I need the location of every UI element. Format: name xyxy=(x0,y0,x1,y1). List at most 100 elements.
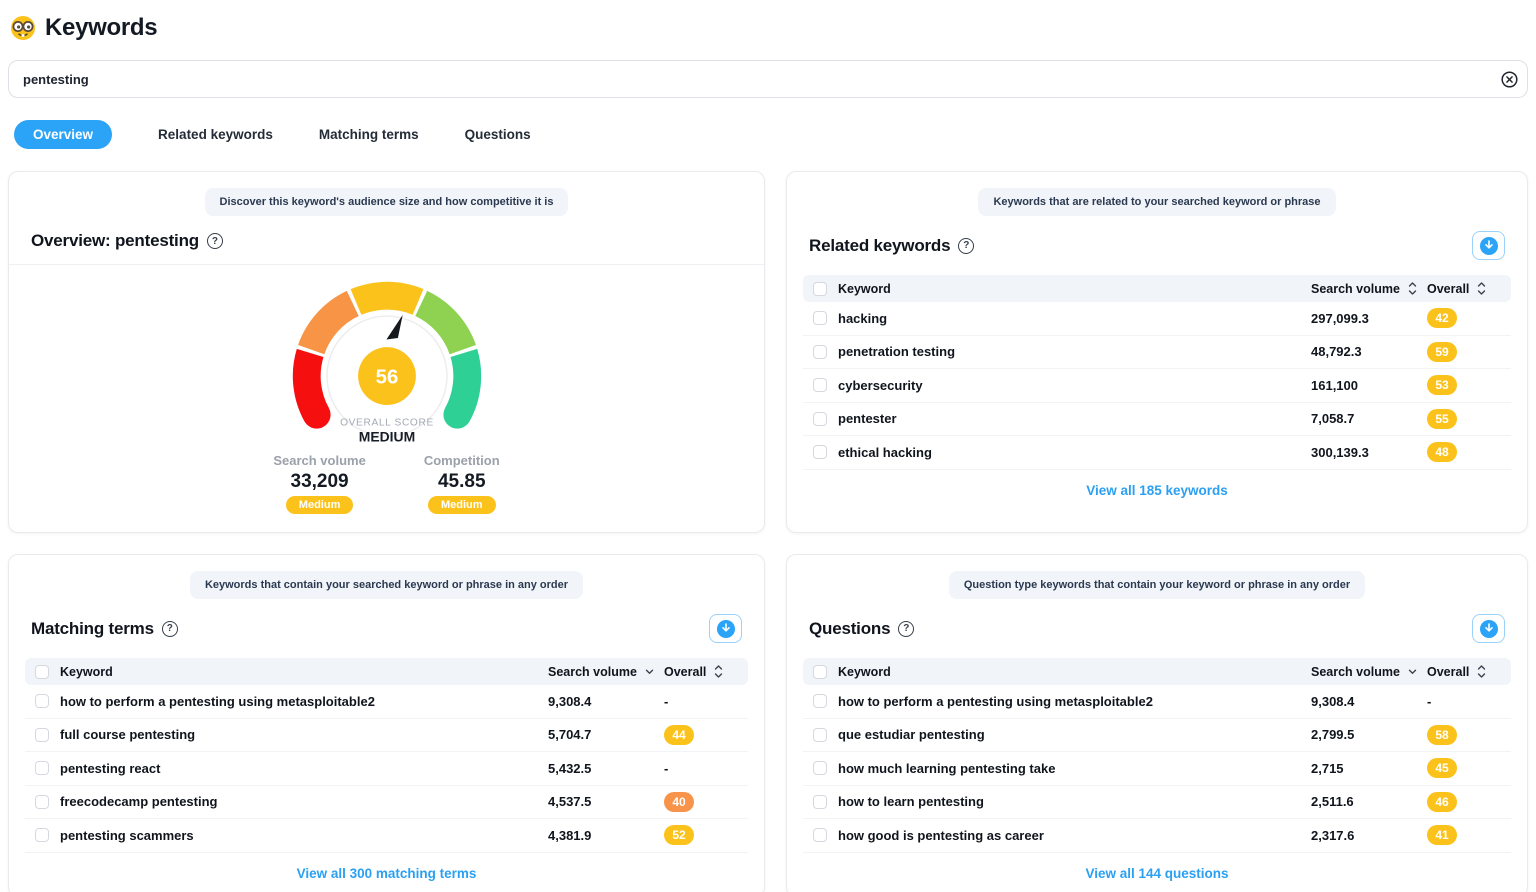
matching-panel-title: Matching terms xyxy=(31,619,154,639)
overall-empty: - xyxy=(664,694,668,709)
tab-matching-terms[interactable]: Matching terms xyxy=(319,127,419,142)
table-row: penetration testing48,792.359 xyxy=(803,336,1511,370)
select-all-checkbox[interactable] xyxy=(813,282,827,296)
sort-icon[interactable] xyxy=(1407,666,1418,677)
overall-score-badge: 40 xyxy=(664,792,694,812)
table-row: hacking297,099.342 xyxy=(803,302,1511,336)
keyword-cell: penetration testing xyxy=(838,344,1311,359)
help-icon[interactable]: ? xyxy=(162,621,178,637)
overall-empty: - xyxy=(1427,694,1431,709)
page-title: Keywords xyxy=(45,14,157,42)
table-header-row: KeywordSearch volumeOverall xyxy=(803,275,1511,302)
search-volume-cell: 5,432.5 xyxy=(548,761,664,776)
overall-score-badge: 44 xyxy=(664,725,694,745)
overall-cell: 55 xyxy=(1427,409,1501,429)
gauge-caption: OVERALL SCORE xyxy=(340,417,434,428)
column-header-keyword[interactable]: Keyword xyxy=(838,665,1311,679)
download-button[interactable] xyxy=(1472,231,1505,260)
row-checkbox[interactable] xyxy=(813,761,827,775)
questions-panel-title: Questions xyxy=(809,619,890,639)
overall-score-badge: 42 xyxy=(1427,308,1457,328)
clear-search-icon[interactable] xyxy=(1496,66,1522,92)
keyword-cell: pentester xyxy=(838,411,1311,426)
row-checkbox[interactable] xyxy=(35,694,49,708)
select-all-checkbox[interactable] xyxy=(35,665,49,679)
help-icon[interactable]: ? xyxy=(958,238,974,254)
column-header-keyword[interactable]: Keyword xyxy=(838,282,1311,296)
gauge-area: 56 OVERALL SCORE MEDIUM Search volume 33… xyxy=(9,265,764,532)
overall-cell: 45 xyxy=(1427,758,1501,778)
row-checkbox[interactable] xyxy=(813,378,827,392)
questions-title-row: Questions ? xyxy=(787,599,1527,656)
related-keywords-panel: Keywords that are related to your search… xyxy=(786,171,1528,533)
column-header-overall[interactable]: Overall xyxy=(664,664,738,679)
row-checkbox[interactable] xyxy=(813,311,827,325)
column-header-keyword[interactable]: Keyword xyxy=(60,665,548,679)
column-header-search-volume[interactable]: Search volume xyxy=(548,665,664,679)
sort-icon[interactable] xyxy=(1407,281,1418,296)
overall-score-badge: 59 xyxy=(1427,342,1457,362)
keyword-cell: how to learn pentesting xyxy=(838,794,1311,809)
sort-icon[interactable] xyxy=(713,664,724,679)
tab-overview[interactable]: Overview xyxy=(14,120,112,149)
overview-stats: Search volume 33,209 Medium Competition … xyxy=(273,453,499,514)
search-volume-cell: 7,058.7 xyxy=(1311,411,1427,426)
row-checkbox[interactable] xyxy=(813,694,827,708)
panels-grid: Discover this keyword's audience size an… xyxy=(8,171,1528,892)
download-button[interactable] xyxy=(1472,614,1505,643)
search-volume-cell: 48,792.3 xyxy=(1311,344,1427,359)
overall-score-badge: 46 xyxy=(1427,792,1457,812)
search-volume-cell: 300,139.3 xyxy=(1311,445,1427,460)
view-all-questions-link[interactable]: View all 144 questions xyxy=(787,853,1527,892)
overall-score-badge: 48 xyxy=(1427,442,1457,462)
row-checkbox[interactable] xyxy=(35,761,49,775)
overall-score-badge: 58 xyxy=(1427,725,1457,745)
row-checkbox[interactable] xyxy=(813,828,827,842)
related-title-row: Related keywords ? xyxy=(787,216,1527,273)
row-checkbox[interactable] xyxy=(813,728,827,742)
matching-title-row: Matching terms ? xyxy=(9,599,764,656)
help-icon[interactable]: ? xyxy=(898,621,914,637)
help-icon[interactable]: ? xyxy=(207,233,223,249)
overall-score-gauge: 56 OVERALL SCORE MEDIUM xyxy=(269,269,505,451)
select-all-checkbox[interactable] xyxy=(813,665,827,679)
column-header-search-volume[interactable]: Search volume xyxy=(1311,665,1427,679)
keyword-cell: freecodecamp pentesting xyxy=(60,794,548,809)
sort-icon[interactable] xyxy=(644,666,655,677)
table-row: pentester7,058.755 xyxy=(803,403,1511,437)
search-volume-cell: 9,308.4 xyxy=(548,694,664,709)
column-header-search-volume[interactable]: Search volume xyxy=(1311,281,1427,296)
search-volume-cell: 297,099.3 xyxy=(1311,311,1427,326)
search-volume-cell: 2,799.5 xyxy=(1311,727,1427,742)
gauge-level: MEDIUM xyxy=(358,428,414,444)
tab-related-keywords[interactable]: Related keywords xyxy=(158,127,273,142)
row-checkbox[interactable] xyxy=(35,728,49,742)
keyword-cell: how good is pentesting as career xyxy=(838,828,1311,843)
row-checkbox[interactable] xyxy=(813,795,827,809)
column-header-overall[interactable]: Overall xyxy=(1427,664,1501,679)
sort-icon[interactable] xyxy=(1476,664,1487,679)
related-banner: Keywords that are related to your search… xyxy=(787,172,1527,216)
tab-bar: Overview Related keywords Matching terms… xyxy=(14,120,1522,149)
row-checkbox[interactable] xyxy=(813,412,827,426)
overall-cell: 53 xyxy=(1427,375,1501,395)
row-checkbox[interactable] xyxy=(813,345,827,359)
overview-panel-title: Overview: pentesting xyxy=(31,231,199,251)
view-all-keywords-link[interactable]: View all 185 keywords xyxy=(787,470,1527,513)
tab-questions[interactable]: Questions xyxy=(465,127,531,142)
stat-label: Competition xyxy=(424,453,500,468)
view-all-matching-terms-link[interactable]: View all 300 matching terms xyxy=(9,853,764,892)
overall-cell: 41 xyxy=(1427,825,1501,845)
row-checkbox[interactable] xyxy=(35,795,49,809)
column-header-overall[interactable]: Overall xyxy=(1427,281,1501,296)
search-volume-cell: 2,715 xyxy=(1311,761,1427,776)
overall-cell: 42 xyxy=(1427,308,1501,328)
questions-banner: Question type keywords that contain your… xyxy=(787,555,1527,599)
search-input[interactable] xyxy=(8,60,1528,98)
overall-cell: 46 xyxy=(1427,792,1501,812)
sort-icon[interactable] xyxy=(1476,281,1487,296)
row-checkbox[interactable] xyxy=(35,828,49,842)
row-checkbox[interactable] xyxy=(813,445,827,459)
keyword-cell: hacking xyxy=(838,311,1311,326)
download-button[interactable] xyxy=(709,614,742,643)
